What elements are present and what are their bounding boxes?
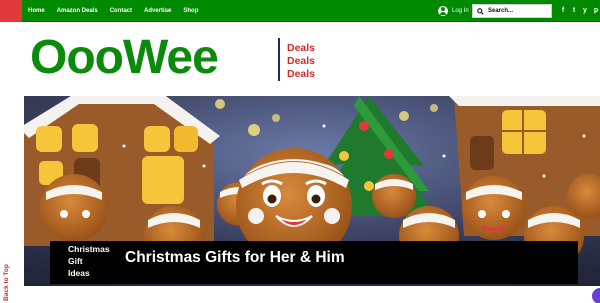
- chat-button[interactable]: [592, 288, 600, 303]
- login-label: Log In: [452, 8, 469, 14]
- facebook-icon[interactable]: f: [560, 6, 566, 16]
- header-divider: [278, 38, 280, 81]
- main-nav: Home Amazon Deals Contact Advertise Shop: [28, 0, 198, 22]
- nav-item-home[interactable]: Home: [28, 8, 45, 14]
- page: Home Amazon Deals Contact Advertise Shop…: [0, 0, 600, 303]
- deals-line: Deals: [287, 68, 316, 80]
- hero-category-line: Ideas: [68, 268, 90, 278]
- nav-item-contact[interactable]: Contact: [110, 8, 132, 14]
- search-icon: [477, 7, 484, 15]
- search-input[interactable]: Search...: [472, 4, 552, 18]
- back-to-top-link[interactable]: Back to Top: [3, 264, 10, 301]
- hero-title[interactable]: Christmas Gifts for Her & Him: [125, 249, 345, 267]
- hero-category-line: Gift: [68, 256, 83, 266]
- deals-tagline: Deals Deals Deals: [287, 42, 315, 81]
- user-circle-icon: [438, 6, 448, 16]
- left-sidebar: [0, 22, 24, 303]
- top-nav-bar: Home Amazon Deals Contact Advertise Shop…: [0, 0, 600, 22]
- login-button[interactable]: Log In: [438, 5, 469, 17]
- deals-line: Deals: [287, 42, 316, 54]
- pinterest-icon[interactable]: p: [593, 6, 599, 16]
- nav-item-amazon-deals[interactable]: Amazon Deals: [57, 8, 98, 14]
- youtube-icon[interactable]: y: [582, 6, 588, 16]
- deals-line: Deals: [287, 55, 316, 67]
- search-placeholder: Search...: [488, 8, 514, 14]
- social-links: f t y p: [560, 6, 599, 16]
- hero-category-line: Christmas: [68, 244, 110, 254]
- hero-category[interactable]: Christmas Gift Ideas: [68, 243, 116, 279]
- nav-item-advertise[interactable]: Advertise: [144, 8, 171, 14]
- twitter-icon[interactable]: t: [571, 6, 577, 16]
- nav-red-accent: [0, 0, 22, 22]
- nav-item-shop[interactable]: Shop: [183, 8, 198, 14]
- site-logo[interactable]: OooWee: [30, 32, 219, 84]
